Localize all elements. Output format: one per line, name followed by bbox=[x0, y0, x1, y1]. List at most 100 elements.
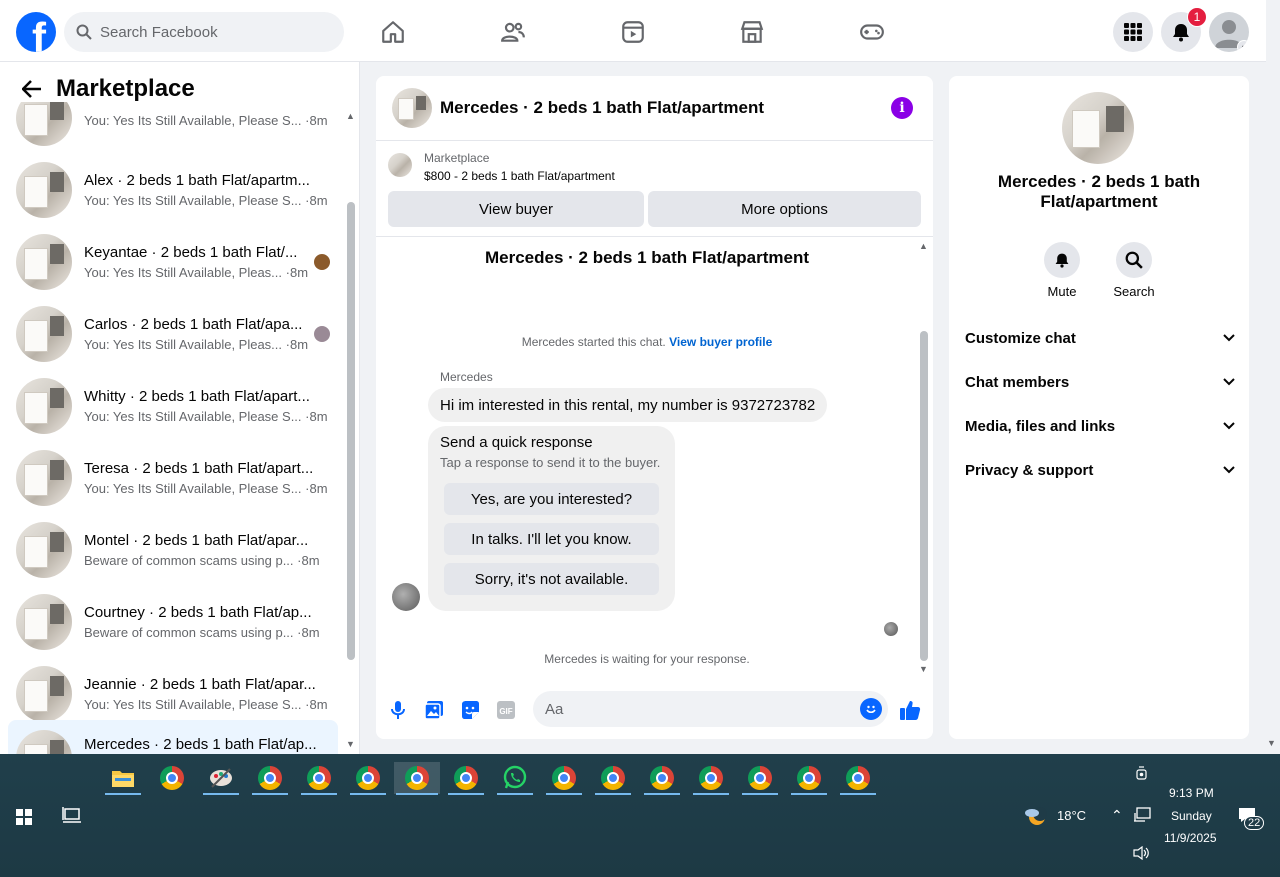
scroll-up-arrow[interactable]: ▲ bbox=[919, 241, 928, 251]
listing-thumbnail[interactable] bbox=[392, 88, 432, 128]
mute-action[interactable]: Mute bbox=[1026, 242, 1098, 299]
windows-start-icon[interactable] bbox=[16, 809, 32, 825]
sticker-icon[interactable] bbox=[459, 699, 481, 721]
notifications-button[interactable]: 1 bbox=[1161, 7, 1207, 52]
info-icon[interactable]: i bbox=[891, 97, 913, 119]
buyer-avatar[interactable] bbox=[392, 583, 420, 611]
chevron-down-icon bbox=[1223, 378, 1235, 386]
photo-icon[interactable] bbox=[423, 699, 445, 721]
chrome-profile-icon[interactable] bbox=[789, 762, 829, 795]
thread-preview: You: Yes Its Still Available, Pleas... ·… bbox=[84, 337, 309, 352]
details-title: Mercedes · 2 beds 1 bath Flat/apartment bbox=[997, 172, 1201, 211]
chat-title[interactable]: Mercedes · 2 beds 1 bath Flat/apartment bbox=[440, 98, 764, 118]
chrome-profile-icon[interactable] bbox=[838, 762, 878, 795]
clock-date[interactable]: 11/9/2025 bbox=[1164, 831, 1217, 845]
chrome-profile-icon[interactable] bbox=[544, 762, 584, 795]
bell-icon[interactable] bbox=[1044, 242, 1080, 278]
message-input[interactable] bbox=[545, 700, 845, 718]
meet-now-icon[interactable] bbox=[1135, 766, 1149, 787]
gif-icon[interactable]: GIF bbox=[495, 699, 517, 721]
file-explorer-icon[interactable] bbox=[103, 762, 143, 795]
chat-header: Mercedes · 2 beds 1 bath Flat/apartment … bbox=[376, 76, 933, 141]
task-view-icon[interactable] bbox=[62, 806, 82, 829]
more-options-button[interactable]: More options bbox=[648, 191, 921, 227]
thread-item[interactable]: Carlos · 2 beds 1 bath Flat/apa... You: Y… bbox=[8, 300, 338, 368]
top-navbar: f 1 ▾ bbox=[0, 0, 1266, 62]
thread-item[interactable]: Jeannie · 2 beds 1 bath Flat/apar... You:… bbox=[8, 660, 338, 728]
thread-item-active[interactable]: Mercedes · 2 beds 1 bath Flat/ap... bbox=[8, 720, 338, 754]
chevron-down-icon bbox=[1223, 466, 1235, 474]
chrome-profile-icon[interactable] bbox=[250, 762, 290, 795]
chrome-profile-icon[interactable] bbox=[446, 762, 486, 795]
message-bubble[interactable]: Hi im interested in this rental, my numb… bbox=[428, 388, 828, 422]
chrome-profile-icon-active[interactable] bbox=[394, 762, 440, 795]
whatsapp-icon[interactable] bbox=[495, 762, 535, 795]
profile-avatar[interactable]: ▾ bbox=[1209, 12, 1249, 52]
scroll-down-arrow[interactable]: ▼ bbox=[919, 664, 928, 674]
message-input-box[interactable] bbox=[533, 691, 888, 727]
clock-day[interactable]: Sunday bbox=[1171, 809, 1212, 823]
chevron-up-icon[interactable]: ⌃ bbox=[1111, 807, 1123, 824]
thread-item[interactable]: Teresa · 2 beds 1 bath Flat/apart... You:… bbox=[8, 444, 338, 512]
conversation-details-panel: Mercedes · 2 beds 1 bath Flat/apartment … bbox=[949, 76, 1249, 739]
weather-temperature[interactable]: 18°C bbox=[1057, 808, 1086, 823]
chat-scrollbar[interactable] bbox=[920, 331, 928, 661]
back-arrow-icon[interactable] bbox=[20, 77, 44, 101]
chrome-profile-icon[interactable] bbox=[691, 762, 731, 795]
chrome-profile-icon[interactable] bbox=[593, 762, 633, 795]
view-buyer-profile-link[interactable]: View buyer profile bbox=[669, 335, 772, 349]
thread-item[interactable]: You: Yes Its Still Available, Please S..… bbox=[8, 102, 338, 152]
search-input[interactable] bbox=[100, 23, 320, 41]
message-area: Mercedes · 2 beds 1 bath Flat/apartment … bbox=[376, 238, 933, 678]
home-icon[interactable] bbox=[377, 16, 409, 48]
video-icon[interactable] bbox=[617, 16, 649, 48]
emoji-icon[interactable] bbox=[860, 698, 882, 720]
notification-badge: 1 bbox=[1187, 7, 1207, 27]
section-privacy-support[interactable]: Privacy & support bbox=[965, 454, 1235, 486]
view-buyer-button[interactable]: View buyer bbox=[388, 191, 644, 227]
clock-time[interactable]: 9:13 PM bbox=[1169, 786, 1214, 800]
gaming-icon[interactable] bbox=[856, 16, 888, 48]
section-chat-members[interactable]: Chat members bbox=[965, 366, 1235, 398]
listing-thumbnail bbox=[16, 234, 72, 290]
listing-price[interactable]: $800 - 2 beds 1 bath Flat/apartment bbox=[424, 169, 615, 183]
chrome-profile-icon[interactable] bbox=[740, 762, 780, 795]
facebook-logo[interactable]: f bbox=[16, 12, 56, 52]
thread-item[interactable]: Courtney · 2 beds 1 bath Flat/ap... Bewar… bbox=[8, 588, 338, 656]
section-customize-chat[interactable]: Customize chat bbox=[965, 322, 1235, 354]
scroll-up-arrow[interactable]: ▲ bbox=[346, 111, 355, 121]
paint-icon[interactable] bbox=[201, 762, 241, 795]
chevron-down-icon: ▾ bbox=[1237, 40, 1249, 52]
sidebar-scrollbar[interactable] bbox=[347, 202, 355, 660]
search-box[interactable] bbox=[64, 12, 344, 52]
thread-item[interactable]: Whitty · 2 beds 1 bath Flat/apart... You:… bbox=[8, 372, 338, 440]
thread-item[interactable]: Keyantae · 2 beds 1 bath Flat/... You: Ye… bbox=[8, 228, 338, 296]
chrome-profile-icon[interactable] bbox=[299, 762, 339, 795]
page-scroll-down-arrow[interactable]: ▼ bbox=[1267, 738, 1276, 748]
weather-icon[interactable] bbox=[1024, 805, 1048, 832]
quick-response-button[interactable]: Sorry, it's not available. bbox=[444, 563, 659, 595]
search-action[interactable]: Search bbox=[1098, 242, 1170, 299]
listing-thumbnail[interactable] bbox=[1062, 92, 1134, 164]
quick-response-button[interactable]: Yes, are you interested? bbox=[444, 483, 659, 515]
microphone-icon[interactable] bbox=[387, 699, 409, 721]
marketplace-icon[interactable] bbox=[736, 16, 768, 48]
volume-icon[interactable] bbox=[1133, 845, 1151, 865]
chrome-icon[interactable] bbox=[152, 762, 192, 794]
thread-name: Whitty · 2 beds 1 bath Flat/apart... bbox=[84, 388, 310, 405]
quick-response-button[interactable]: In talks. I'll let you know. bbox=[444, 523, 659, 555]
scroll-down-arrow[interactable]: ▼ bbox=[346, 739, 355, 749]
thumbs-up-icon[interactable] bbox=[899, 699, 921, 721]
sidebar-title: Marketplace bbox=[56, 75, 195, 102]
thread-item[interactable]: Montel · 2 beds 1 bath Flat/apar... Bewar… bbox=[8, 516, 338, 584]
thread-list: You: Yes Its Still Available, Please S..… bbox=[8, 102, 338, 754]
menu-grid-button[interactable] bbox=[1113, 12, 1153, 52]
chrome-profile-icon[interactable] bbox=[642, 762, 682, 795]
thread-item[interactable]: Alex · 2 beds 1 bath Flat/apartm... You: … bbox=[8, 156, 338, 224]
listing-thumbnail bbox=[16, 730, 72, 754]
section-media-files-links[interactable]: Media, files and links bbox=[965, 410, 1235, 442]
search-icon[interactable] bbox=[1116, 242, 1152, 278]
friends-icon[interactable] bbox=[497, 16, 529, 48]
chrome-profile-icon[interactable] bbox=[348, 762, 388, 795]
network-icon[interactable] bbox=[1133, 807, 1151, 828]
